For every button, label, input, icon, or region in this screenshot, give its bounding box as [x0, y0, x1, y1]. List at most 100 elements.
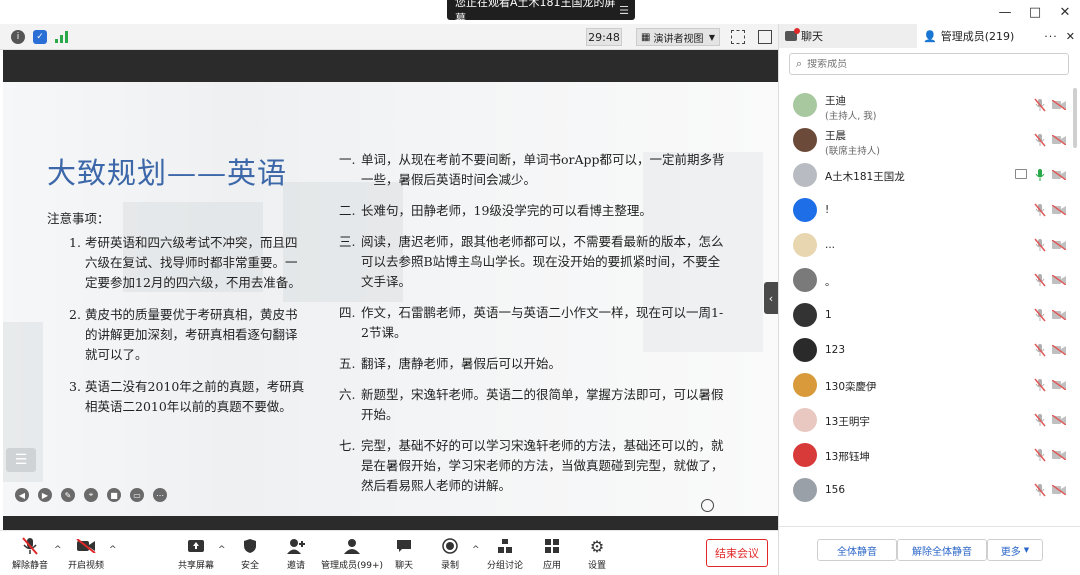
gear-icon: ⚙	[589, 536, 605, 556]
video-options-icon[interactable]: ^	[109, 545, 117, 555]
video-off-icon[interactable]	[1052, 170, 1066, 180]
share-options-icon[interactable]: ^	[218, 545, 226, 555]
video-off-icon[interactable]	[1052, 310, 1066, 320]
camera-icon[interactable]: ■	[107, 488, 121, 502]
member-row[interactable]: ...	[779, 228, 1080, 262]
mic-muted-icon[interactable]	[1034, 98, 1046, 112]
collapse-panel-icon[interactable]: ‹	[764, 282, 778, 314]
unmute-button[interactable]: 解除静音	[12, 537, 48, 571]
video-off-icon[interactable]	[1052, 135, 1066, 145]
meeting-controls: 解除静音 ^ 开启视频 ^ 共享屏幕 ^ 安全 邀请 管理成员(99+) 聊天 …	[0, 530, 778, 575]
start-video-button[interactable]: 开启视频	[68, 537, 104, 571]
slide-list-icon[interactable]: ☰	[6, 448, 36, 472]
member-row[interactable]: 王迪 (主持人, 我)	[779, 88, 1080, 122]
member-row[interactable]: 123	[779, 333, 1080, 367]
member-search[interactable]: ⌕	[789, 53, 1069, 75]
prev-slide-icon[interactable]: ◀	[15, 488, 29, 502]
mic-muted-icon[interactable]	[1034, 308, 1046, 322]
member-row[interactable]: A土木181王国龙	[779, 158, 1080, 192]
close-button[interactable]: ✕	[1050, 0, 1080, 24]
more-button[interactable]: 更多 ▼	[987, 539, 1043, 561]
unmute-all-button[interactable]: 解除全体静音	[897, 539, 987, 561]
member-row[interactable]: 1	[779, 298, 1080, 332]
mic-muted-icon[interactable]	[1034, 413, 1046, 427]
video-off-icon[interactable]	[1052, 485, 1066, 495]
audio-options-icon[interactable]: ^	[54, 545, 62, 555]
shield-icon[interactable]: ✓	[33, 30, 47, 44]
more-options-icon[interactable]: ···	[1044, 30, 1058, 43]
mic-muted-icon[interactable]	[1034, 203, 1046, 217]
video-off-icon[interactable]	[1052, 275, 1066, 285]
mic-muted-icon	[20, 537, 40, 555]
record-options-icon[interactable]: ^	[472, 545, 480, 555]
mic-muted-icon[interactable]	[1034, 483, 1046, 497]
invite-button[interactable]: 邀请	[286, 537, 306, 571]
minimize-button[interactable]: —	[990, 0, 1020, 24]
mic-icon[interactable]	[1034, 168, 1046, 182]
close-icon[interactable]: ✕	[1066, 30, 1075, 43]
share-screen-button[interactable]: 共享屏幕	[178, 537, 214, 571]
zoom-icon[interactable]: ⌖	[84, 488, 98, 502]
share-banner-text: 您正在观看A土木181王国龙的屏幕	[455, 0, 616, 25]
member-row[interactable]: 130栾慶伊	[779, 368, 1080, 402]
video-off-icon[interactable]	[1052, 100, 1066, 110]
next-slide-icon[interactable]: ▶	[38, 488, 52, 502]
meeting-timer: 29:48	[586, 28, 622, 46]
video-off-icon[interactable]	[1052, 240, 1066, 250]
video-off-icon[interactable]	[1052, 380, 1066, 390]
share-banner[interactable]: 您正在观看A土木181王国龙的屏幕 ☰	[447, 0, 635, 25]
member-row[interactable]: 。	[779, 263, 1080, 297]
security-button[interactable]: 安全	[240, 537, 260, 571]
member-name: 156	[825, 484, 846, 496]
users-icon	[342, 537, 362, 555]
video-off-icon[interactable]	[1052, 345, 1066, 355]
participants-button[interactable]: 管理成员(99+)	[321, 537, 383, 571]
member-row[interactable]: 王晨 (联席主持人)	[779, 123, 1080, 157]
subtitle-icon[interactable]: ▭	[130, 488, 144, 502]
chat-button[interactable]: 聊天	[394, 537, 414, 571]
plan-item: 一. 单词，从现在考前不要间断，单词书orApp都可以，一定前期多背一些，暑假后英…	[339, 152, 725, 187]
tab-members[interactable]: 👤 管理成员(219) ··· ✕	[917, 24, 1080, 48]
video-off-icon[interactable]	[1052, 450, 1066, 460]
video-off-icon[interactable]	[1052, 415, 1066, 425]
breakout-rooms-button[interactable]: 分组讨论	[487, 537, 523, 571]
slide-tools: ◀ ▶ ✎ ⌖ ■ ▭ ⋯	[15, 488, 167, 502]
tab-chat[interactable]: 聊天	[779, 24, 917, 48]
maximize-button[interactable]: □	[1020, 0, 1050, 24]
mute-all-button[interactable]: 全体静音	[817, 539, 897, 561]
member-row[interactable]: !	[779, 193, 1080, 227]
record-button[interactable]: 录制	[440, 537, 460, 571]
mic-muted-icon[interactable]	[1034, 238, 1046, 252]
mic-muted-icon[interactable]	[1034, 133, 1046, 147]
member-name: 123	[825, 344, 846, 356]
mic-muted-icon[interactable]	[1034, 448, 1046, 462]
mic-muted-icon[interactable]	[1034, 273, 1046, 287]
member-name: 王晨	[825, 130, 846, 142]
panel-layout-icon[interactable]	[758, 30, 772, 44]
member-list-scrollbar[interactable]	[1073, 88, 1077, 148]
member-row[interactable]: 156	[779, 473, 1080, 507]
avatar	[793, 128, 817, 152]
end-meeting-button[interactable]: 结束会议	[706, 539, 768, 567]
search-input[interactable]	[807, 58, 1048, 70]
signal-icon[interactable]	[55, 30, 69, 44]
mic-muted-icon[interactable]	[1034, 343, 1046, 357]
more-icon[interactable]: ⋯	[153, 488, 167, 502]
chevron-down-icon: ▼	[1023, 546, 1030, 554]
record-icon	[440, 537, 460, 555]
info-icon[interactable]: i	[11, 30, 25, 44]
speaker-view-button[interactable]: ▦ 演讲者视图 ▼	[636, 28, 720, 46]
apps-button[interactable]: 应用	[542, 537, 562, 571]
member-row[interactable]: 13邢钰坤	[779, 438, 1080, 472]
fullscreen-icon[interactable]	[731, 30, 745, 44]
pen-icon[interactable]: ✎	[61, 488, 75, 502]
member-name: 。	[825, 276, 836, 288]
mic-muted-icon[interactable]	[1034, 378, 1046, 392]
member-row[interactable]: 13王明宇	[779, 403, 1080, 437]
avatar	[793, 303, 817, 327]
settings-button[interactable]: ⚙ 设置	[587, 536, 607, 572]
menu-icon[interactable]: ☰	[619, 4, 629, 17]
member-role: (主持人, 我)	[825, 111, 877, 122]
video-off-icon[interactable]	[1052, 205, 1066, 215]
avatar	[793, 478, 817, 502]
